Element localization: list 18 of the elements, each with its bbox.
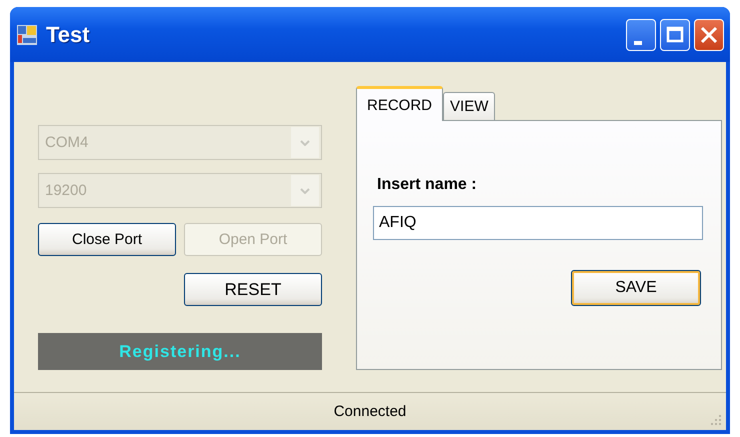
port-button[interactable]: Close Port xyxy=(38,223,176,256)
field-label: Insert name : xyxy=(377,176,478,194)
maximize-button[interactable] xyxy=(660,18,690,50)
tab[interactable]: VIEW xyxy=(443,92,496,120)
save-button[interactable]: SAVE xyxy=(571,270,701,306)
app-icon xyxy=(16,24,38,46)
resize-grip-icon xyxy=(710,414,722,426)
reset-button[interactable]: RESET xyxy=(184,273,322,306)
close-button[interactable] xyxy=(694,18,724,50)
chevron-down-icon xyxy=(300,188,310,194)
name-field[interactable]: AFIQ xyxy=(373,206,703,240)
chevron-down-icon xyxy=(300,140,310,146)
minimize-icon xyxy=(634,41,642,45)
status-text: Connected xyxy=(334,403,406,420)
tab[interactable]: RECORD xyxy=(356,86,444,121)
window-title: Test xyxy=(46,22,90,48)
status-banner: Registering... xyxy=(38,333,322,370)
minimize-button[interactable] xyxy=(626,18,656,50)
